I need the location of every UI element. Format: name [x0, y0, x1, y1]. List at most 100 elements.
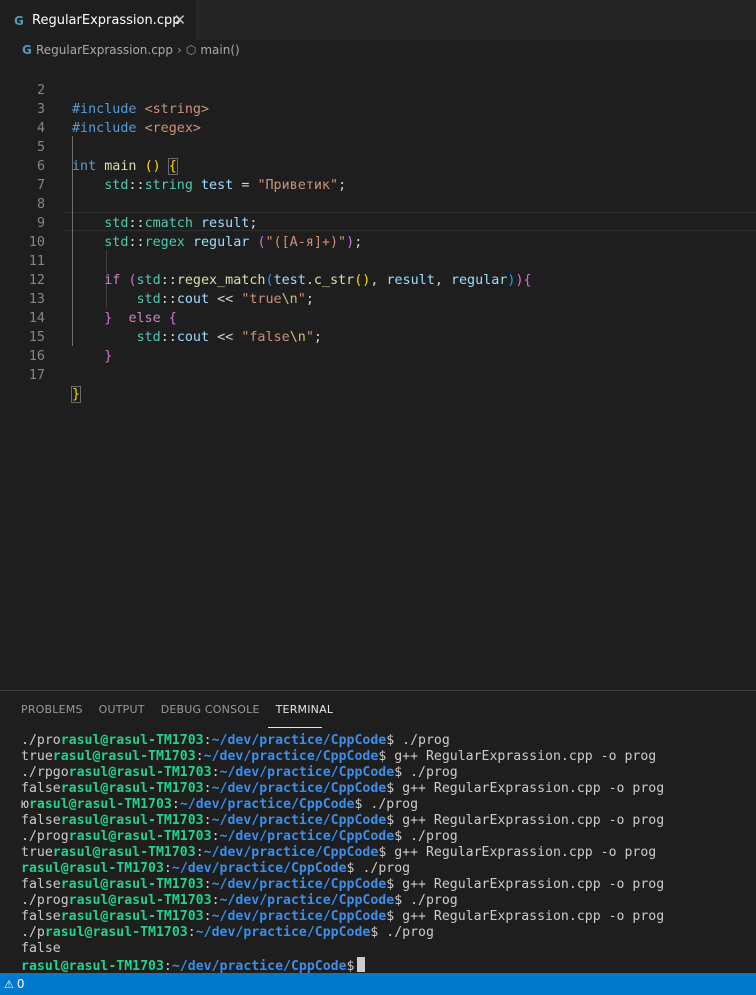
terminal-command: ./prog	[402, 765, 458, 780]
breadcrumb: G RegularExprassion.cpp › ⬡ main()	[0, 40, 756, 60]
terminal-output[interactable]: ./prorasul@rasul-TM1703:~/dev/practice/C…	[21, 733, 665, 974]
terminal-output-text: false	[21, 877, 61, 892]
terminal-output-text: false	[21, 813, 61, 828]
tab-regular-exprassion-cpp[interactable]: G RegularExprassion.cpp ✕	[0, 0, 196, 40]
tab-label: RegularExprassion.cpp	[32, 13, 181, 28]
prompt-colon: :	[203, 877, 212, 892]
tab-debug-console[interactable]: DEBUG CONSOLE	[161, 703, 260, 716]
terminal-output-text: ./rpgo	[21, 765, 69, 780]
prompt-user: rasul@rasul-TM1703	[60, 877, 204, 892]
status-bar: ⚠ 0	[0, 973, 756, 995]
code-line: 7	[0, 157, 756, 193]
code-line: 6 std::string test = "Приветик";	[0, 138, 756, 193]
prompt-colon: :	[211, 829, 220, 844]
terminal-line: falserasul@rasul-TM1703:~/dev/practice/C…	[21, 813, 664, 829]
code-line: 15 }	[0, 309, 756, 364]
chevron-right-icon: ›	[177, 43, 182, 57]
method-cube-icon: ⬡	[185, 43, 197, 57]
cpp-file-icon: G	[14, 13, 24, 28]
code-line: 13 } else {	[0, 271, 756, 326]
prompt-path: ~/dev/practice/CppCode	[219, 893, 395, 908]
prompt-colon: :	[195, 749, 204, 764]
terminal-line: ./prograsul@rasul-TM1703:~/dev/practice/…	[21, 829, 664, 845]
prompt-path: ~/dev/practice/CppCode	[211, 781, 387, 796]
prompt-user: rasul@rasul-TM1703	[68, 893, 212, 908]
prompt-dollar: $	[394, 765, 403, 780]
terminal-command: g++ RegularExprassion.cpp -o prog	[394, 877, 665, 892]
warning-icon[interactable]: ⚠	[4, 978, 14, 991]
tab-output[interactable]: OUTPUT	[99, 703, 145, 716]
prompt-user: rasul@rasul-TM1703	[68, 829, 212, 844]
prompt-dollar: $	[394, 893, 403, 908]
prompt-colon: :	[203, 909, 212, 924]
close-icon[interactable]: ✕	[173, 11, 186, 29]
code-line: 8 std::cmatch result;	[0, 176, 756, 231]
prompt-dollar: $	[386, 813, 395, 828]
terminal-output-text: ./prog	[21, 893, 69, 908]
terminal-command: ./prog	[394, 733, 450, 748]
terminal-command: ./prog	[354, 861, 411, 876]
terminal-command: g++ RegularExprassion.cpp -o prog	[386, 749, 657, 764]
code-line: 3 #include <regex>	[0, 81, 756, 136]
breadcrumb-file[interactable]: RegularExprassion.cpp	[36, 43, 173, 57]
terminal-output-text: ./pro	[21, 733, 61, 748]
bottom-panel: PROBLEMS OUTPUT DEBUG CONSOLE TERMINAL .…	[0, 690, 756, 974]
prompt-dollar: $	[386, 877, 395, 892]
breadcrumb-symbol[interactable]: main()	[200, 43, 239, 57]
prompt-user: rasul@rasul-TM1703	[52, 845, 196, 860]
code-line: 9 std::regex regular ("([А-я]+)");	[0, 195, 756, 250]
terminal-line: ./prasul@rasul-TM1703:~/dev/practice/Cpp…	[21, 925, 664, 941]
prompt-dollar: $	[386, 781, 395, 796]
code-line: 12 std::cout << "true\n";	[0, 252, 756, 307]
prompt-user: rasul@rasul-TM1703	[21, 861, 164, 876]
warning-count[interactable]: 0	[17, 977, 25, 991]
code-line: 16	[0, 328, 756, 364]
code-line: 14 std::cout << "false\n";	[0, 290, 756, 345]
code-line: 10	[0, 214, 756, 250]
prompt-dollar: $	[346, 861, 355, 876]
terminal-line: ./prorasul@rasul-TM1703:~/dev/practice/C…	[21, 733, 664, 749]
terminal-command: ./prog	[402, 829, 458, 844]
prompt-colon: :	[203, 781, 212, 796]
terminal-output-text: false	[21, 781, 61, 796]
terminal-command: ./prog	[362, 797, 419, 812]
terminal-line: falserasul@rasul-TM1703:~/dev/practice/C…	[21, 781, 664, 797]
prompt-colon: :	[171, 797, 180, 812]
prompt-path: ~/dev/practice/CppCode	[211, 909, 387, 924]
terminal-line: rasul@rasul-TM1703:~/dev/practice/CppCod…	[21, 957, 664, 974]
terminal-command: g++ RegularExprassion.cpp -o prog	[394, 781, 665, 796]
terminal-line: юrasul@rasul-TM1703:~/dev/practice/CppCo…	[21, 797, 664, 813]
terminal-command: ./prog	[378, 925, 434, 940]
terminal-cursor	[356, 957, 365, 972]
terminal-line: false	[21, 941, 61, 956]
editor-tab-bar: G RegularExprassion.cpp ✕	[0, 0, 756, 40]
prompt-user: rasul@rasul-TM1703	[60, 813, 204, 828]
panel-tabs: PROBLEMS OUTPUT DEBUG CONSOLE TERMINAL	[21, 703, 349, 716]
terminal-line: rasul@rasul-TM1703:~/dev/practice/CppCod…	[21, 861, 664, 877]
tab-problems[interactable]: PROBLEMS	[21, 703, 83, 716]
prompt-colon: :	[195, 845, 204, 860]
prompt-colon: :	[203, 733, 212, 748]
terminal-output-text: false	[21, 909, 61, 924]
prompt-path: ~/dev/practice/CppCode	[219, 765, 395, 780]
terminal-command: g++ RegularExprassion.cpp -o prog	[394, 813, 665, 828]
prompt-colon: :	[187, 925, 196, 940]
terminal-output-text: ./prog	[21, 829, 69, 844]
code-line: 4	[0, 100, 756, 136]
tab-terminal[interactable]: TERMINAL	[276, 703, 334, 716]
terminal-line: truerasul@rasul-TM1703:~/dev/practice/Cp…	[21, 845, 664, 861]
prompt-colon: :	[163, 861, 172, 876]
code-line: 17 }	[0, 347, 756, 403]
cpp-file-icon: G	[22, 43, 32, 57]
code-editor[interactable]: 2 #include <string> 3 #include <regex> 4…	[0, 60, 756, 690]
prompt-path: ~/dev/practice/CppCode	[211, 877, 387, 892]
prompt-colon: :	[203, 813, 212, 828]
prompt-dollar: $	[346, 959, 355, 974]
prompt-path: ~/dev/practice/CppCode	[203, 749, 379, 764]
prompt-user: rasul@rasul-TM1703	[60, 733, 204, 748]
prompt-path: ~/dev/practice/CppCode	[211, 813, 387, 828]
prompt-colon: :	[211, 765, 220, 780]
prompt-user: rasul@rasul-TM1703	[68, 765, 212, 780]
prompt-path: ~/dev/practice/CppCode	[211, 733, 387, 748]
code-line: 5 int main () {	[0, 119, 756, 175]
